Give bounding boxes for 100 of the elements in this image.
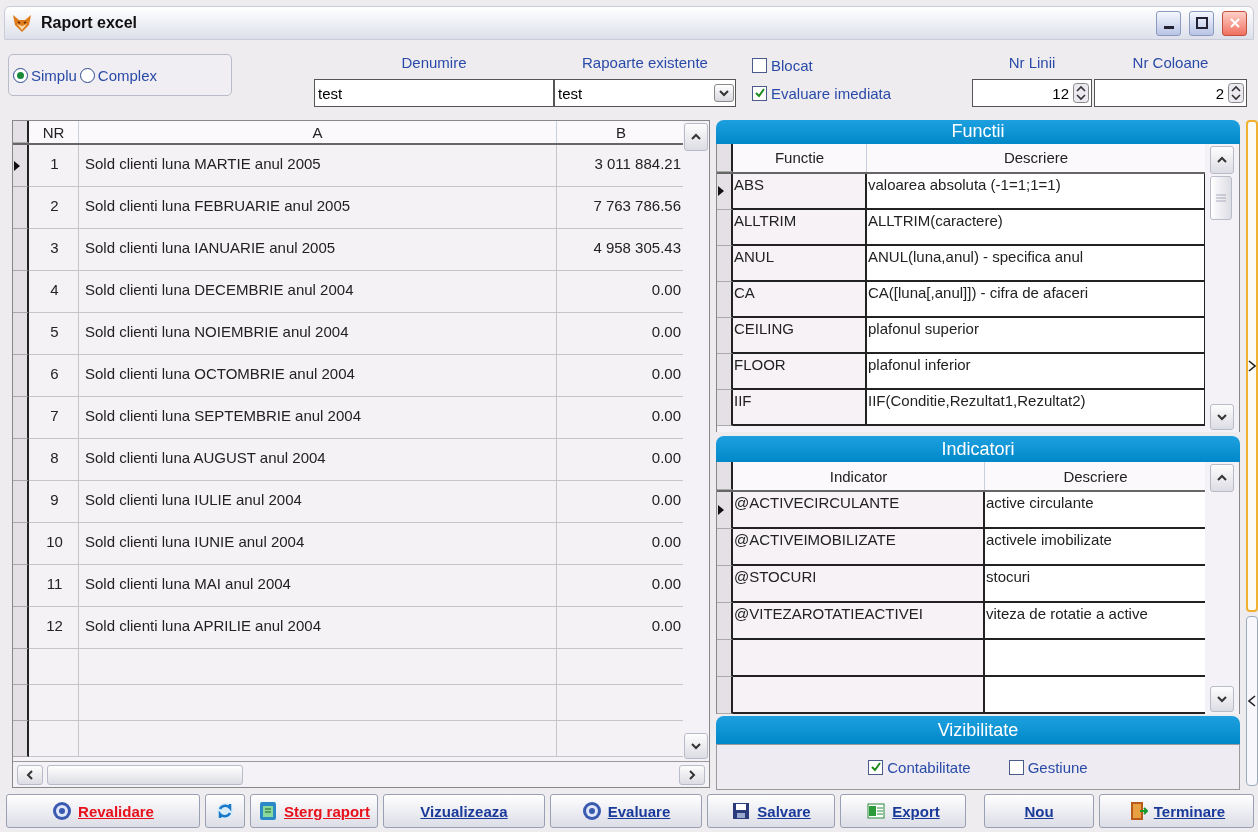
row-selector[interactable]	[717, 173, 733, 210]
row-selector[interactable]	[717, 492, 733, 530]
row-pointer-icon	[717, 504, 725, 517]
toolbar-button[interactable]: Nou	[984, 794, 1094, 828]
horizontal-scrollbar[interactable]	[13, 761, 709, 787]
row-selector[interactable]	[717, 529, 733, 567]
minimize-button[interactable]	[1156, 10, 1181, 36]
combo-box[interactable]: test	[554, 79, 736, 107]
row-selector[interactable]	[717, 281, 733, 318]
spinner-field[interactable]: 12	[972, 79, 1092, 107]
text-field[interactable]: test	[314, 79, 554, 107]
table-cell: ALLTRIM	[733, 209, 867, 246]
checkbox[interactable]	[752, 57, 767, 73]
row-pointer-icon	[717, 185, 725, 198]
checkbox[interactable]	[752, 85, 767, 101]
toolbar-button[interactable]: Sterg raport	[250, 794, 378, 828]
column-header[interactable]: Functie	[733, 143, 867, 172]
checkbox[interactable]	[868, 759, 884, 775]
row-selector[interactable]	[13, 685, 29, 721]
spinner-arrows-icon	[1073, 83, 1089, 103]
column-header[interactable]: Indicator	[733, 462, 985, 491]
row-selector[interactable]	[13, 397, 29, 439]
toolbar-button[interactable]: Terminare	[1099, 794, 1254, 828]
field-label: Rapoarte existente	[582, 54, 708, 73]
scroll-up-button[interactable]	[1210, 464, 1234, 493]
spinner-arrows-icon	[1228, 83, 1244, 103]
radio-button[interactable]	[79, 67, 95, 83]
row-selector[interactable]	[717, 389, 733, 426]
table-cell: 9	[29, 481, 79, 523]
toolbar-button[interactable]: Export	[840, 794, 966, 828]
scroll-down-button[interactable]	[1210, 404, 1234, 431]
table-cell: activele imobilizate	[985, 529, 1205, 567]
row-selector[interactable]	[13, 481, 29, 523]
row-selector[interactable]	[717, 677, 733, 715]
column-header[interactable]: NR	[29, 121, 79, 143]
spinner-field[interactable]: 2	[1094, 79, 1247, 107]
checkbox[interactable]	[1008, 759, 1024, 775]
radio-label: Simplu	[31, 66, 77, 84]
radio-button[interactable]	[13, 67, 28, 83]
table-cell: 3	[29, 229, 79, 271]
row-selector[interactable]	[717, 566, 733, 604]
table-cell: Sold clienti luna OCTOMBRIE anul 2004	[79, 355, 557, 397]
table-cell: Sold clienti luna IULIE anul 2004	[79, 481, 557, 523]
row-selector[interactable]	[13, 565, 29, 607]
toolbar-button[interactable]: Vizualizeaza	[383, 794, 545, 828]
row-selector[interactable]	[717, 209, 733, 246]
scroll-thumb[interactable]	[47, 764, 243, 785]
table-cell: stocuri	[985, 566, 1205, 604]
toolbar-button[interactable]: Evaluare	[550, 794, 702, 828]
gear-icon	[52, 801, 73, 821]
row-selector[interactable]	[13, 721, 29, 757]
table-cell: ALLTRIM(caractere)	[867, 209, 1205, 246]
row-selector[interactable]	[13, 607, 29, 649]
table-cell: 1	[29, 145, 79, 187]
row-selector[interactable]	[13, 313, 29, 355]
table-cell: Sold clienti luna FEBRUARIE anul 2005	[79, 187, 557, 229]
scroll-down-button[interactable]	[684, 733, 708, 759]
table-cell: Sold clienti luna AUGUST anul 2004	[79, 439, 557, 481]
field-label: Nr Linii	[1008, 54, 1056, 73]
checkbox-label: Contabilitate	[887, 758, 971, 776]
row-selector[interactable]	[717, 317, 733, 354]
corner-cell	[717, 143, 733, 172]
toolbar-button[interactable]: Salvare	[707, 794, 835, 828]
row-selector[interactable]	[717, 353, 733, 390]
row-selector[interactable]	[717, 603, 733, 641]
row-selector[interactable]	[13, 187, 29, 229]
maximize-button[interactable]	[1189, 10, 1214, 36]
scroll-up-button[interactable]	[684, 123, 708, 151]
table-cell: IIF(Conditie,Rezultat1,Rezultat2)	[867, 389, 1205, 426]
panel-title: Functii	[951, 121, 1005, 143]
row-selector[interactable]	[13, 355, 29, 397]
scroll-left-button[interactable]	[17, 764, 43, 785]
checkbox-label: Gestiune	[1027, 758, 1088, 776]
row-selector[interactable]	[13, 523, 29, 565]
refresh-button[interactable]	[205, 794, 245, 828]
scroll-right-button[interactable]	[679, 764, 705, 785]
caret-left-icon	[1248, 695, 1256, 707]
row-selector[interactable]	[717, 245, 733, 282]
row-selector[interactable]	[13, 145, 29, 187]
row-selector[interactable]	[13, 271, 29, 313]
row-selector[interactable]	[717, 640, 733, 678]
dropdown-button[interactable]	[714, 84, 734, 102]
row-selector[interactable]	[13, 439, 29, 481]
corner-cell	[717, 462, 733, 491]
table-cell: Sold clienti luna NOIEMBRIE anul 2004	[79, 313, 557, 355]
close-button[interactable]	[1222, 10, 1247, 36]
scroll-up-button[interactable]	[1210, 145, 1234, 174]
toolbar-button[interactable]: Revalidare	[6, 794, 200, 828]
row-selector[interactable]	[13, 229, 29, 271]
scroll-down-button[interactable]	[1210, 686, 1234, 713]
table-cell: active circulante	[985, 492, 1205, 530]
row-pointer-icon	[13, 159, 21, 172]
table-cell: CA	[733, 281, 867, 318]
refresh-icon	[215, 801, 235, 821]
row-selector[interactable]	[13, 649, 29, 685]
table-cell: 6	[29, 355, 79, 397]
table-cell: Sold clienti luna MARTIE anul 2005	[79, 145, 557, 187]
table-cell: 4	[29, 271, 79, 313]
column-header[interactable]: A	[79, 121, 557, 143]
scroll-thumb[interactable]	[1210, 175, 1232, 220]
